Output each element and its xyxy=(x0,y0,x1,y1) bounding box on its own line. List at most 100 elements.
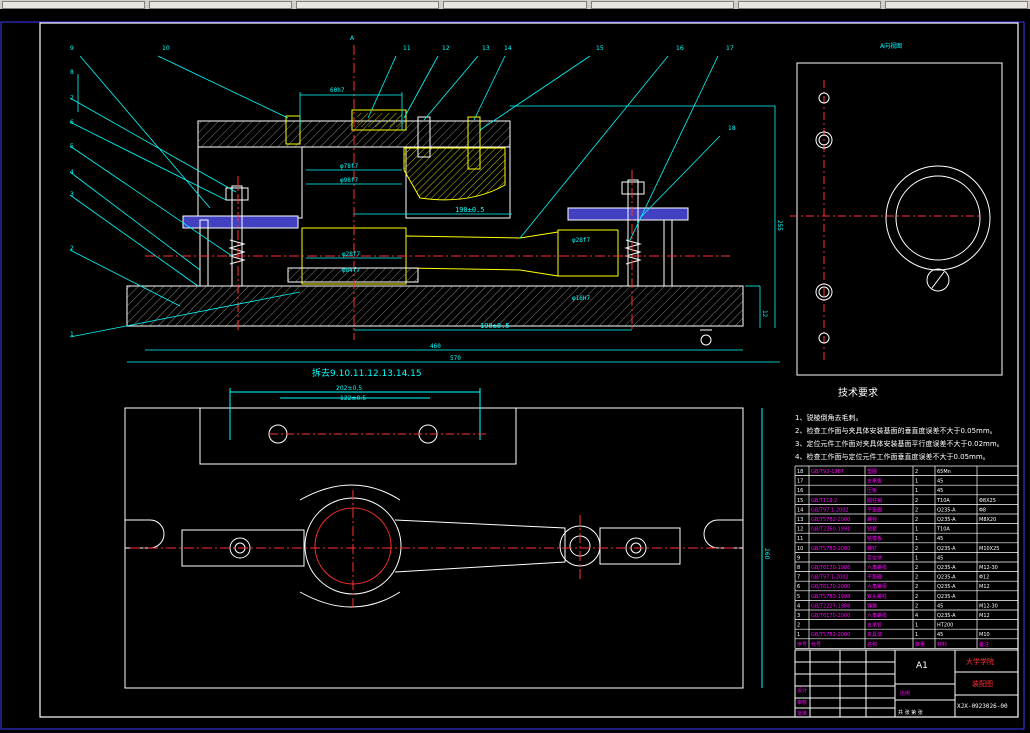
bom-cell-mat: Q235-A xyxy=(937,517,956,523)
bom-cell-no: 12 xyxy=(797,527,803,533)
balloon-1: 1 xyxy=(70,331,74,338)
bom-cell-code: GB/T6170-2000 xyxy=(811,613,850,619)
bom-cell-mat: Q235-A xyxy=(937,584,956,590)
bom-header-note: 备注 xyxy=(979,641,989,648)
toolbar-segment[interactable] xyxy=(590,1,734,9)
bom-header-mat: 材料 xyxy=(937,641,947,648)
bom-cell-mat: Q235-A xyxy=(937,546,956,552)
front-section-view xyxy=(126,45,744,340)
title-sheet: 共 张 第 张 xyxy=(898,709,923,716)
bom-header-code: 代号 xyxy=(811,641,821,648)
bom-cell-no: 4 xyxy=(797,603,800,609)
locating-block xyxy=(403,147,506,201)
bom-cell-no: 17 xyxy=(797,479,803,485)
bom-cell-no: 14 xyxy=(797,507,803,513)
plan-drill-plate xyxy=(199,407,517,465)
dim-right-tag2: φ16H7 xyxy=(572,295,590,302)
bom-cell-name: 钻套 xyxy=(867,526,877,533)
bom-cell-mat: T10A xyxy=(936,527,950,533)
bom-header-name: 名称 xyxy=(867,641,877,648)
toolbar-segment[interactable] xyxy=(884,1,1028,9)
bom-cell-qty: 2 xyxy=(915,603,918,609)
bom-cell-name: 垫圈 xyxy=(867,468,877,475)
bom-cell-mat: Q235-A xyxy=(937,575,956,581)
toolbar-segment[interactable] xyxy=(149,1,293,9)
base-plate xyxy=(126,285,744,327)
dim-height: 255 xyxy=(776,220,783,231)
cad-drawing-canvas[interactable]: 60h7 φ78f7 φ98f7 190±0.5 φ28f7 φ84f7 190… xyxy=(0,9,1030,733)
technical-requirements: 技术要求 1、锐棱倒角去毛刺。 2、检查工作面与夹具体安装基面的垂直度误差不大于… xyxy=(795,386,1004,461)
bom-cell-code: GB/T2260-1991 xyxy=(811,527,850,533)
dim-plan-height: 260 xyxy=(763,548,770,560)
dim-bot-overall: 460 xyxy=(430,343,441,350)
bom-cell-no: 10 xyxy=(797,546,803,552)
stud-right-2 xyxy=(663,219,673,287)
toolbar-segment[interactable] xyxy=(443,1,587,9)
toolbar-segment[interactable] xyxy=(737,1,881,9)
bom-cell-note: M10 xyxy=(979,632,990,638)
balloon-15: 15 xyxy=(596,45,604,52)
bom-cell-qty: 2 xyxy=(915,507,918,513)
bom-cell-mat: 45 xyxy=(937,603,943,609)
bom-cell-qty: 1 xyxy=(915,623,918,629)
balloon-7: 7 xyxy=(70,95,74,102)
bom-cell-mat: Q235-A xyxy=(937,594,956,600)
bom-cell-code: GB/T119.2 xyxy=(811,498,837,504)
bom-cell-qty: 2 xyxy=(915,517,918,523)
bom-cell-no: 15 xyxy=(797,498,803,504)
bom-cell-code: GB/T93-1987 xyxy=(811,469,844,475)
a-view-outline xyxy=(796,62,1003,376)
bom-cell-no: 7 xyxy=(797,575,800,581)
bom-cell-name: 支承钉 xyxy=(867,622,882,629)
bom-cell-mat: Q235-A xyxy=(937,507,956,513)
bom-cell-note: M10X25 xyxy=(979,546,999,552)
dim-right-tag: φ28f7 xyxy=(572,237,590,244)
bom-cell-no: 13 xyxy=(797,517,803,523)
tech-note-2: 2、检查工作面与夹具体安装基面的垂直度误差不大于0.05mm。 xyxy=(795,426,997,435)
bom-cell-name: 平垫圈 xyxy=(867,506,882,513)
bom-cell-no: 8 xyxy=(797,565,800,571)
bom-cell-mat: 45 xyxy=(937,479,943,485)
title-approver: 批准 xyxy=(797,710,807,717)
bom-cell-name: 六角螺母 xyxy=(867,564,887,571)
section-label-a: A xyxy=(350,35,355,42)
bom-cell-mat: T10A xyxy=(936,498,950,504)
bom-cell-note: Φ8 xyxy=(979,507,986,513)
tech-note-4: 4、检查工作面与定位元件工作面垂直度误差不大于0.05mm。 xyxy=(795,452,990,461)
dim-side-small: 12 xyxy=(761,310,768,318)
tech-note-3: 3、定位元件工作面对夹具体安装基面平行度误差不大于0.02mm。 xyxy=(795,439,1004,448)
bom-cell-mat: 45 xyxy=(937,632,943,638)
dim-top-a: 60h7 xyxy=(330,87,345,94)
bom-cell-qty: 2 xyxy=(915,584,918,590)
bom-cell-name: 夹具体 xyxy=(867,631,882,638)
bom-cell-qty: 2 xyxy=(915,565,918,571)
bom-cell-name: 钻模板 xyxy=(867,535,882,542)
bill-of-materials: 18 GB/T93-1987 垫圈 2 65Mn17 支承板 1 4516 压板 1 4515 GB/… xyxy=(794,465,1019,649)
tech-title: 技术要求 xyxy=(838,386,878,399)
bom-cell-name: 圆柱销 xyxy=(867,497,882,504)
toolbar-segment[interactable] xyxy=(296,1,440,9)
bom-cell-qty: 1 xyxy=(915,527,918,533)
bom-cell-no: 2 xyxy=(797,623,800,629)
body-column-left xyxy=(197,146,303,219)
bom-cell-code: GB/T5783-1998 xyxy=(811,594,850,600)
bom-cell-name: 双头螺柱 xyxy=(867,593,887,600)
title-block: A1 大学学院 装配图 XJX-0923026-00 比例 共 张 第 张 设计… xyxy=(794,649,1019,718)
title-name: 装配图 xyxy=(972,679,993,688)
stud-left-2 xyxy=(231,185,243,287)
bom-cell-note: M12-30 xyxy=(979,565,998,571)
bom-cell-mat: 45 xyxy=(937,555,943,561)
dim-mid-span: 190±0.5 xyxy=(455,206,485,214)
balloon-4: 4 xyxy=(70,169,74,176)
tech-note-1: 1、锐棱倒角去毛刺。 xyxy=(795,413,862,422)
plan-view: 拆去9.10.11.12.13.14.15 202±0.5 122±0.5 26… xyxy=(124,367,770,689)
bom-cell-name: 螺钉 xyxy=(867,545,877,552)
bom-header-qty: 数量 xyxy=(915,641,925,648)
toolbar-segment[interactable] xyxy=(2,1,146,9)
drawing-svg: 60h7 φ78f7 φ98f7 190±0.5 φ28f7 φ84f7 190… xyxy=(0,21,1025,730)
title-drawing-no: XJX-0923026-00 xyxy=(957,703,1008,710)
bom-cell-note: M8X20 xyxy=(979,517,996,523)
balloon-13: 13 xyxy=(482,45,490,52)
workpiece-rod xyxy=(405,231,559,277)
bom-cell-qty: 2 xyxy=(915,546,918,552)
